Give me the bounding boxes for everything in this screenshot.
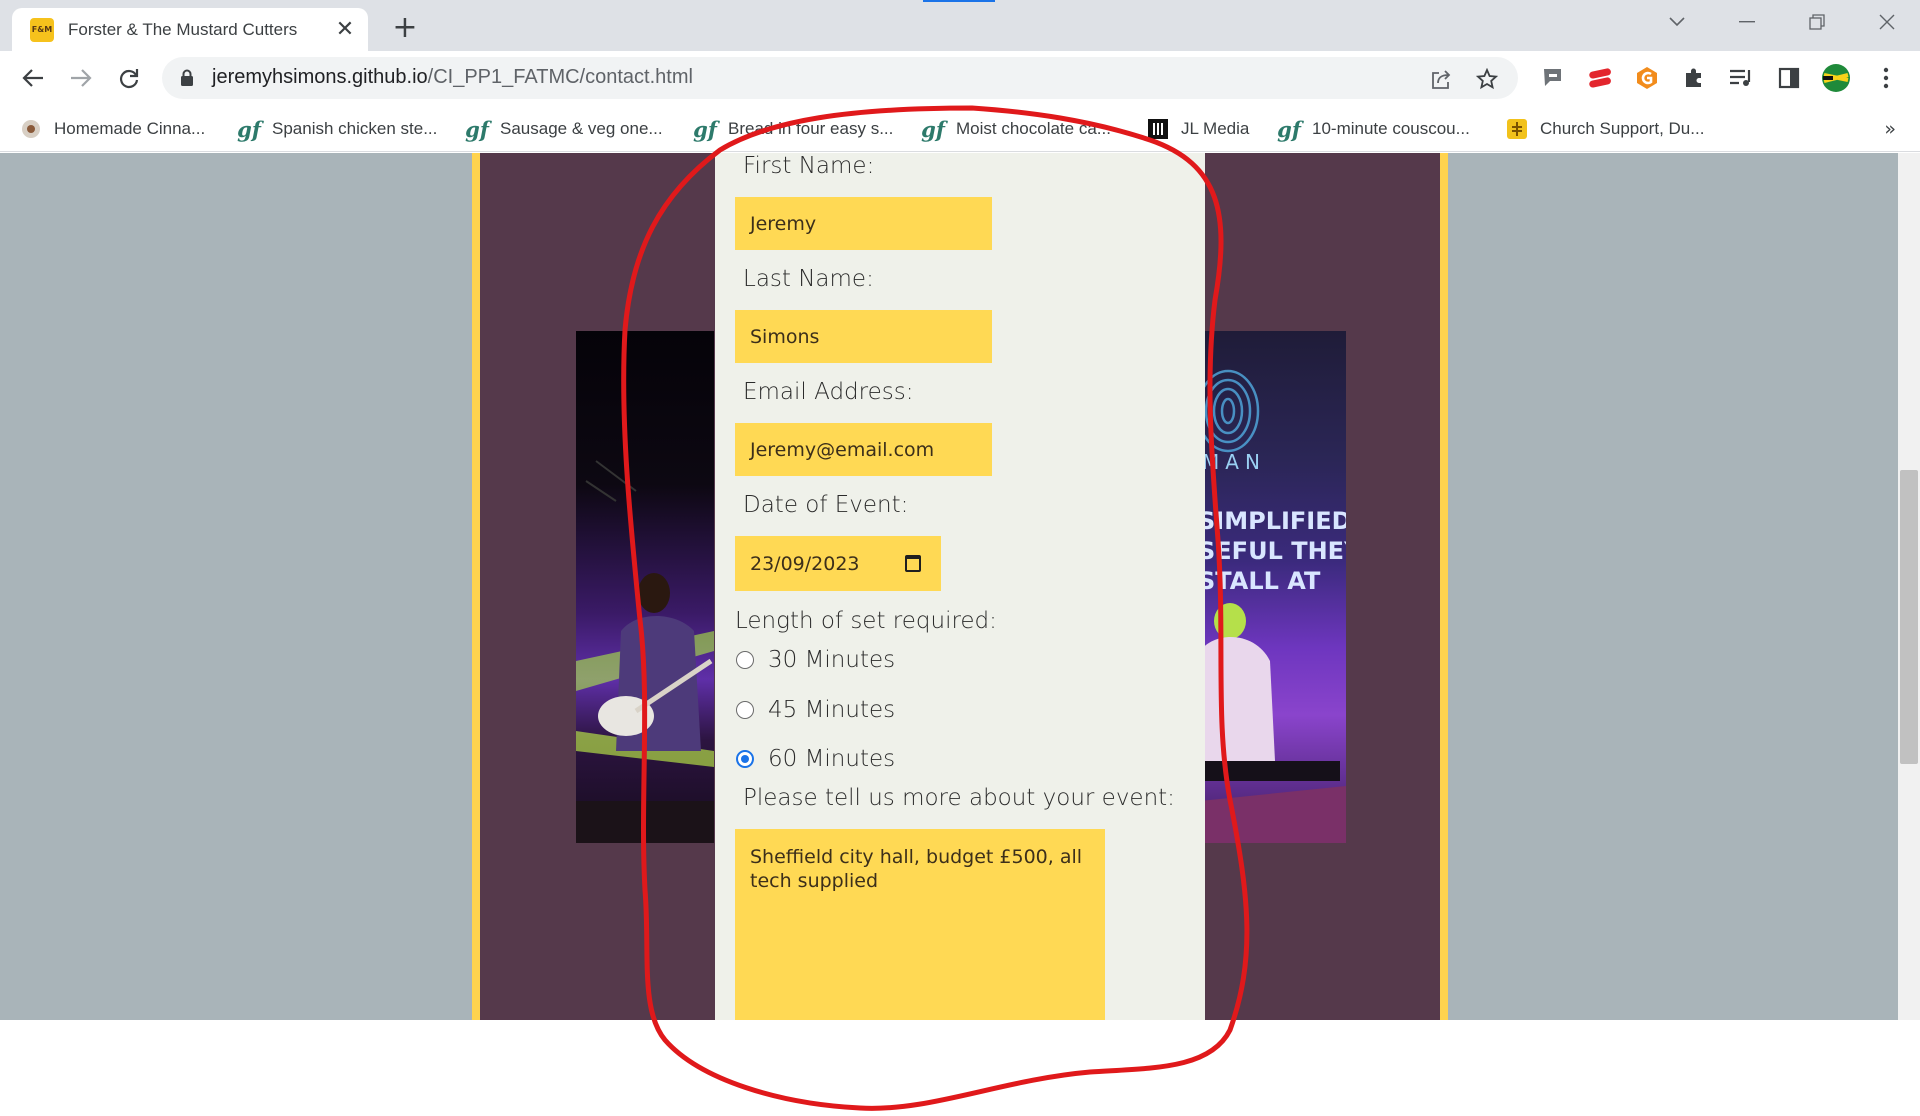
reload-icon xyxy=(119,69,139,89)
bookmark-item[interactable]: JL Media xyxy=(1147,114,1249,144)
bookmark-item[interactable]: Homemade Cinna... xyxy=(20,114,205,144)
church-favicon-icon xyxy=(1506,118,1528,140)
radio-label-60: 60 Minutes xyxy=(768,746,896,772)
projection-text-4: STALL AT xyxy=(1200,567,1321,595)
bookmark-item[interactable]: gf Sausage & veg one... xyxy=(465,114,663,144)
bookmark-label: Bread in four easy s... xyxy=(728,119,894,138)
bookmark-label: JL Media xyxy=(1181,119,1250,138)
forward-button[interactable] xyxy=(62,59,100,97)
projection-text-2: SIMPLIFIED I xyxy=(1200,507,1346,535)
address-bar[interactable]: jeremyhsimons.github.io/CI_PP1_FATMC/con… xyxy=(162,57,1518,99)
extension-grammar-icon[interactable] xyxy=(1632,63,1662,93)
page-viewport: MAN SIMPLIFIED I SEFUL THEY STALL AT Fir… xyxy=(0,153,1920,1020)
page-scrollbar[interactable] xyxy=(1898,153,1920,1020)
radio-45-minutes[interactable] xyxy=(736,701,754,719)
tab-close-icon[interactable]: ✕ xyxy=(332,17,358,43)
event-date-input[interactable]: 23/09/2023 xyxy=(735,536,941,591)
tab-strip: F&M Forster & The Mustard Cutters ✕ + xyxy=(0,0,1920,51)
event-details-label: Please tell us more about your event: xyxy=(743,785,1175,811)
tab-search-chevron-icon[interactable] xyxy=(1652,6,1702,38)
event-details-textarea[interactable]: Sheffield city hall, budget £500, all te… xyxy=(735,829,1105,1020)
gf-favicon-icon: gf xyxy=(465,116,489,142)
radio-label-30: 30 Minutes xyxy=(768,647,896,673)
page-scrollbar-thumb[interactable] xyxy=(1900,470,1918,764)
back-arrow-icon xyxy=(22,69,43,87)
email-input[interactable]: Jeremy@email.com xyxy=(735,423,992,476)
bookmark-item[interactable]: gf Spanish chicken ste... xyxy=(237,114,438,144)
profile-avatar[interactable] xyxy=(1821,63,1851,93)
bookmarks-overflow-chevron-icon[interactable]: » xyxy=(1884,118,1896,140)
last-name-input[interactable]: Simons xyxy=(735,310,992,363)
extensions-puzzle-icon[interactable] xyxy=(1679,63,1709,93)
calendar-icon[interactable] xyxy=(905,555,921,572)
gf-favicon-icon: gf xyxy=(921,116,945,142)
set-option-60[interactable]: 60 Minutes xyxy=(736,746,895,772)
bookmark-label: Sausage & veg one... xyxy=(500,119,663,138)
projection-text-3: SEFUL THEY xyxy=(1200,537,1346,565)
gf-favicon-icon: gf xyxy=(693,116,717,142)
browser-toolbar: jeremyhsimons.github.io/CI_PP1_FATMC/con… xyxy=(0,51,1920,106)
bookmarks-bar: Homemade Cinna... gf Spanish chicken ste… xyxy=(0,106,1920,152)
extension-chat-icon[interactable] xyxy=(1538,63,1568,93)
event-date-label: Date of Event: xyxy=(743,492,909,518)
band-photo-guitarist xyxy=(576,331,714,843)
bookmark-item[interactable]: gf 10-minute couscou... xyxy=(1277,114,1470,144)
bookmark-label: Homemade Cinna... xyxy=(54,119,206,138)
bookmark-star-icon[interactable] xyxy=(1474,66,1500,92)
radio-30-minutes[interactable] xyxy=(736,651,754,669)
browser-menu-icon[interactable] xyxy=(1871,63,1901,93)
set-length-label: Length of set required: xyxy=(735,608,997,634)
share-icon[interactable] xyxy=(1428,66,1454,92)
bookmark-item[interactable]: Church Support, Du... xyxy=(1506,114,1704,144)
set-option-30[interactable]: 30 Minutes xyxy=(736,647,895,673)
bookmark-item[interactable]: gf Bread in four easy s... xyxy=(693,114,894,144)
tab-title: Forster & The Mustard Cutters xyxy=(68,19,298,39)
first-name-input[interactable]: Jeremy xyxy=(735,197,992,250)
cinnamon-favicon-icon xyxy=(20,118,42,140)
browser-tab[interactable]: F&M Forster & The Mustard Cutters ✕ xyxy=(12,8,368,51)
radio-label-45: 45 Minutes xyxy=(768,697,896,723)
lock-icon xyxy=(181,69,193,86)
last-name-label: Last Name: xyxy=(743,266,874,292)
url-host: jeremyhsimons.github.io xyxy=(212,66,428,88)
first-name-label: First Name: xyxy=(743,153,875,179)
gf-favicon-icon: gf xyxy=(1277,116,1301,142)
site-favicon-icon: F&M xyxy=(30,17,54,42)
side-panel-icon[interactable] xyxy=(1774,63,1804,93)
restore-window-icon[interactable] xyxy=(1792,6,1842,38)
gf-favicon-icon: gf xyxy=(237,116,261,142)
email-label: Email Address: xyxy=(743,379,914,405)
extension-red-icon[interactable] xyxy=(1585,63,1615,93)
forward-arrow-icon xyxy=(71,69,92,87)
reload-button[interactable] xyxy=(110,59,148,97)
url-path: /CI_PP1_FATMC/contact.html xyxy=(427,66,693,88)
contact-form: First Name: Jeremy Last Name: Simons Ema… xyxy=(715,153,1205,1020)
minimize-window-icon[interactable] xyxy=(1722,6,1772,38)
jl-media-favicon-icon xyxy=(1147,118,1169,140)
bookmark-label: Spanish chicken ste... xyxy=(272,119,438,138)
band-photo-keyboardist: MAN SIMPLIFIED I SEFUL THEY STALL AT xyxy=(1200,331,1346,843)
tab-strip-indicator xyxy=(923,0,995,2)
bookmark-label: Moist chocolate ca... xyxy=(956,119,1111,138)
radio-60-minutes[interactable] xyxy=(736,750,754,768)
bookmark-item[interactable]: gf Moist chocolate ca... xyxy=(921,114,1111,144)
new-tab-button[interactable]: + xyxy=(388,10,422,45)
bookmark-label: Church Support, Du... xyxy=(1540,119,1705,138)
bookmark-label: 10-minute couscou... xyxy=(1312,119,1470,138)
set-option-45[interactable]: 45 Minutes xyxy=(736,697,895,723)
event-date-value: 23/09/2023 xyxy=(750,552,860,575)
projection-text-1: MAN xyxy=(1202,450,1266,474)
back-button[interactable] xyxy=(14,59,52,97)
url-text: jeremyhsimons.github.io/CI_PP1_FATMC/con… xyxy=(212,66,693,89)
media-queue-icon[interactable] xyxy=(1726,63,1756,93)
close-window-icon[interactable] xyxy=(1862,6,1912,38)
